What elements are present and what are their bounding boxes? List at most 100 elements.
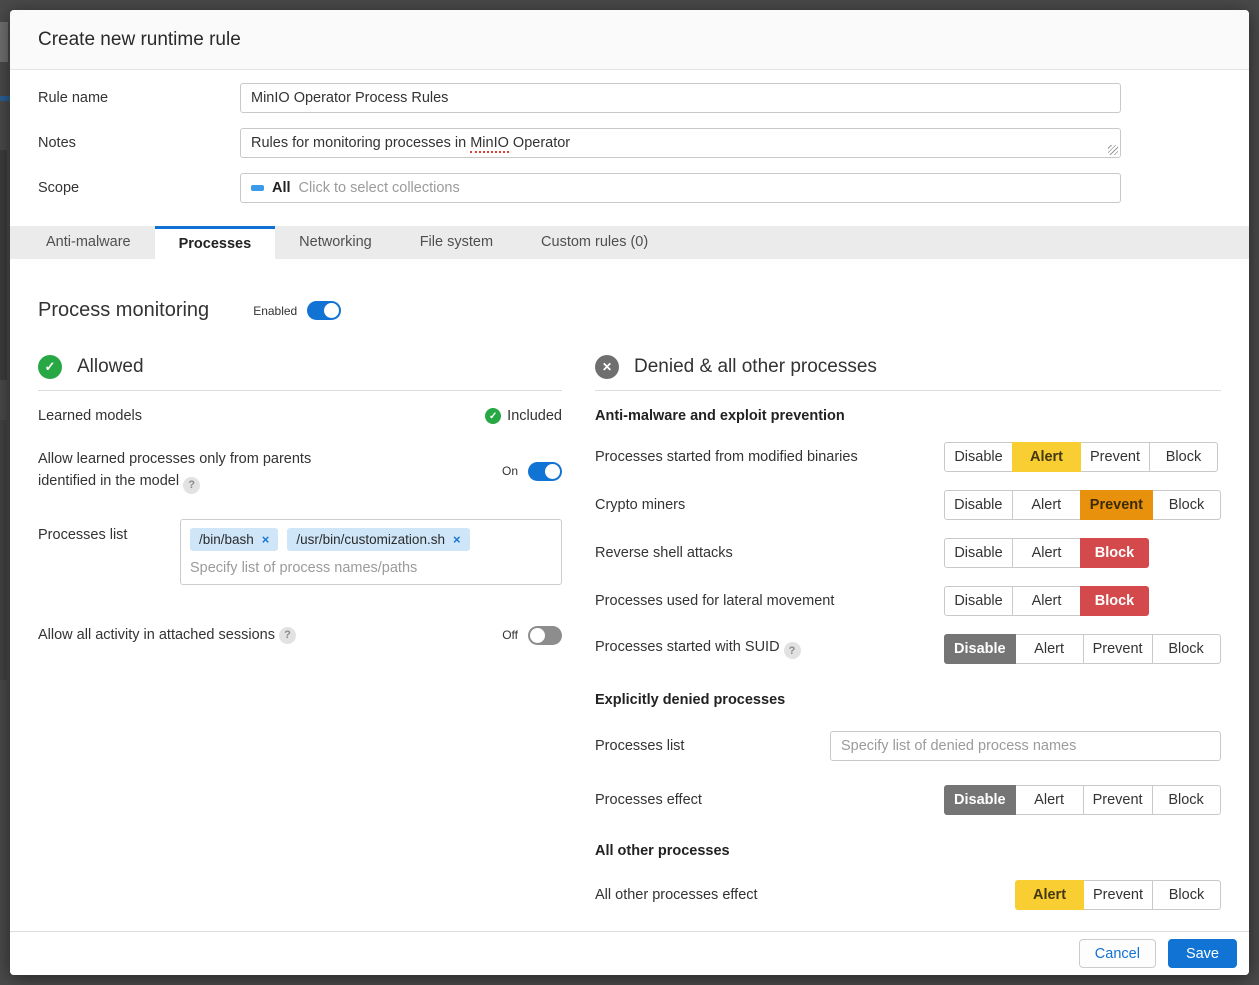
- save-button[interactable]: Save: [1168, 939, 1237, 968]
- help-icon[interactable]: ?: [279, 627, 296, 644]
- effect-row: Crypto minersDisableAlertPreventBlock: [595, 490, 1221, 520]
- effect-option-block[interactable]: Block: [1080, 586, 1149, 616]
- effect-option-alert[interactable]: Alert: [1012, 490, 1081, 520]
- parents-toggle-row: Allow learned processes only from parent…: [38, 449, 562, 494]
- effect-segmented: DisableAlertPreventBlock: [944, 442, 1218, 472]
- effect-option-alert[interactable]: Alert: [1012, 586, 1081, 616]
- toggle-knob: [545, 464, 560, 479]
- effect-option-disable[interactable]: Disable: [944, 490, 1013, 520]
- all-other-effect-segmented: AlertPreventBlock: [1015, 880, 1221, 910]
- all-other-effect-label: All other processes effect: [595, 887, 944, 903]
- process-monitoring-header: Process monitoring Enabled: [38, 299, 1221, 322]
- effect-option-alert[interactable]: Alert: [1015, 634, 1084, 664]
- notes-label: Notes: [38, 128, 240, 151]
- processes-tab-content: Process monitoring Enabled ✓ Allowed Lea…: [10, 259, 1249, 931]
- attached-sessions-row: Allow all activity in attached sessions?…: [38, 626, 562, 645]
- effect-option-prevent[interactable]: Prevent: [1080, 490, 1153, 520]
- x-circle-icon: ✕: [595, 355, 619, 379]
- effect-option-disable[interactable]: Disable: [944, 634, 1016, 664]
- process-chip: /bin/bash ×: [190, 528, 278, 551]
- resize-handle-icon[interactable]: [1108, 145, 1118, 155]
- notes-value: Rules for monitoring processes in MinIO …: [251, 135, 570, 153]
- effect-option-alert[interactable]: Alert: [1015, 785, 1084, 815]
- check-circle-icon: ✓: [38, 355, 62, 379]
- help-icon[interactable]: ?: [183, 477, 200, 494]
- effect-option-disable[interactable]: Disable: [944, 442, 1013, 472]
- denied-header: ✕ Denied & all other processes: [595, 355, 1221, 391]
- rule-name-input[interactable]: [240, 83, 1121, 113]
- toggle-knob: [530, 628, 545, 643]
- processes-effect-row: Processes effect DisableAlertPreventBloc…: [595, 785, 1221, 815]
- effect-option-alert[interactable]: Alert: [1015, 880, 1084, 910]
- effect-option-prevent[interactable]: Prevent: [1080, 442, 1150, 472]
- effect-option-block[interactable]: Block: [1152, 785, 1221, 815]
- effect-option-prevent[interactable]: Prevent: [1083, 785, 1153, 815]
- dialog-header: Create new runtime rule: [10, 10, 1249, 70]
- process-monitoring-toggle[interactable]: [307, 301, 341, 320]
- denied-processes-list-row: Processes list: [595, 731, 1221, 761]
- chip-remove-icon[interactable]: ×: [262, 532, 270, 547]
- effect-option-block[interactable]: Block: [1080, 538, 1149, 568]
- collection-color-icon: [251, 185, 264, 191]
- tab-networking[interactable]: Networking: [275, 226, 396, 259]
- parents-toggle-group: On: [502, 462, 562, 481]
- effect-segmented: DisableAlertPreventBlock: [944, 490, 1221, 520]
- allowed-title: Allowed: [77, 356, 144, 378]
- effect-option-disable[interactable]: Disable: [944, 538, 1013, 568]
- scope-row: Scope All Click to select collections: [38, 173, 1221, 203]
- backdrop-fragment: [0, 420, 7, 680]
- sessions-toggle[interactable]: [528, 626, 562, 645]
- effect-segmented: DisableAlertPreventBlock: [944, 634, 1221, 664]
- notes-textarea[interactable]: Rules for monitoring processes in MinIO …: [240, 128, 1121, 158]
- processes-effect-segmented: DisableAlertPreventBlock: [944, 785, 1221, 815]
- effect-row: Processes started from modified binaries…: [595, 442, 1221, 472]
- effect-option-prevent[interactable]: Prevent: [1083, 634, 1153, 664]
- effect-segmented: DisableAlertBlock: [944, 538, 1149, 568]
- antimalware-subheader: Anti-malware and exploit prevention: [595, 408, 1221, 424]
- effect-row: Processes started with SUID?DisableAlert…: [595, 634, 1221, 664]
- effect-option-block[interactable]: Block: [1152, 490, 1221, 520]
- effect-option-alert[interactable]: Alert: [1012, 442, 1081, 472]
- backdrop-fragment: [0, 22, 8, 62]
- antimalware-rows: Processes started from modified binaries…: [595, 442, 1221, 664]
- denied-processes-input[interactable]: [830, 731, 1221, 761]
- chip-remove-icon[interactable]: ×: [453, 532, 461, 547]
- scope-all-chip[interactable]: All: [272, 180, 291, 196]
- tab-processes[interactable]: Processes: [155, 226, 276, 259]
- toggle-knob: [324, 303, 339, 318]
- backdrop-fragment: [0, 150, 7, 380]
- learned-models-label: Learned models: [38, 408, 142, 424]
- process-monitoring-toggle-group: Enabled: [253, 301, 341, 320]
- effect-row-label: Processes started with SUID?: [595, 639, 944, 660]
- off-label: Off: [502, 628, 518, 642]
- notes-row: Notes Rules for monitoring processes in …: [38, 128, 1221, 158]
- denied-processes-list-label: Processes list: [595, 738, 830, 754]
- tab-file-system[interactable]: File system: [396, 226, 517, 259]
- cancel-button[interactable]: Cancel: [1079, 939, 1156, 968]
- effect-row-label: Processes used for lateral movement: [595, 593, 944, 609]
- effect-option-block[interactable]: Block: [1152, 880, 1221, 910]
- effect-row: Reverse shell attacksDisableAlertBlock: [595, 538, 1221, 568]
- tab-custom-rules-0[interactable]: Custom rules (0): [517, 226, 672, 259]
- tab-anti-malware[interactable]: Anti-malware: [22, 226, 155, 259]
- process-monitoring-title: Process monitoring: [38, 299, 209, 322]
- allowed-processes-list-row: Processes list /bin/bash×/usr/bin/custom…: [38, 519, 562, 585]
- rule-tabs: Anti-malwareProcessesNetworkingFile syst…: [10, 226, 1249, 259]
- scope-collections-input[interactable]: All Click to select collections: [240, 173, 1121, 203]
- effect-option-prevent[interactable]: Prevent: [1083, 880, 1153, 910]
- effect-option-block[interactable]: Block: [1152, 634, 1221, 664]
- chip-label: /bin/bash: [199, 532, 254, 547]
- help-icon[interactable]: ?: [784, 642, 801, 659]
- included-label: Included: [507, 408, 562, 424]
- rule-meta-form: Rule name Notes Rules for monitoring pro…: [10, 70, 1249, 218]
- effect-option-alert[interactable]: Alert: [1012, 538, 1081, 568]
- attached-sessions-label: Allow all activity in attached sessions?: [38, 627, 296, 644]
- effect-option-disable[interactable]: Disable: [944, 586, 1013, 616]
- process-chips: /bin/bash×/usr/bin/customization.sh×: [190, 528, 552, 551]
- parents-toggle[interactable]: [528, 462, 562, 481]
- allowed-processes-input[interactable]: /bin/bash×/usr/bin/customization.sh× Spe…: [180, 519, 562, 585]
- dialog-title: Create new runtime rule: [38, 29, 241, 51]
- effect-option-disable[interactable]: Disable: [944, 785, 1016, 815]
- effect-option-block[interactable]: Block: [1149, 442, 1218, 472]
- learned-models-row: Learned models ✓ Included: [38, 408, 562, 424]
